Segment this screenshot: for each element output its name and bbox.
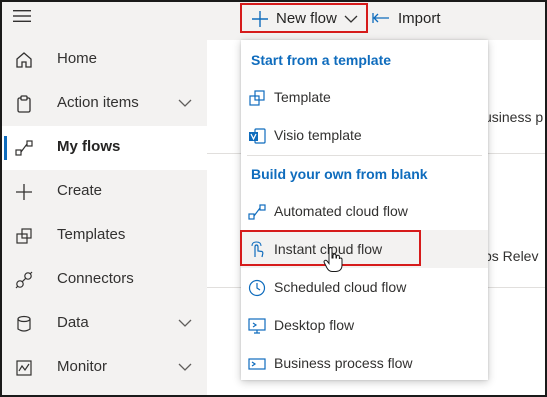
- hamburger-menu-icon[interactable]: [13, 9, 31, 23]
- templates-icon: [16, 228, 32, 244]
- plus-icon: [252, 11, 268, 27]
- desktop-flow-icon: [248, 318, 266, 334]
- sidebar-item-label: Monitor: [57, 358, 108, 375]
- sidebar-item-label: Create: [57, 182, 103, 199]
- import-arrow-icon: [372, 13, 389, 23]
- automated-flow-icon: [248, 204, 266, 220]
- sidebar-item-data[interactable]: Data: [0, 302, 207, 346]
- menu-item-label: Visio template: [274, 127, 362, 143]
- chevron-down-icon: [344, 15, 358, 23]
- sidebar-item-label: Action items: [57, 94, 139, 111]
- sidebar-item-action-items[interactable]: Action items: [0, 82, 207, 126]
- flow-icon: [15, 140, 33, 156]
- background-cell-text: ps Relev: [484, 248, 539, 264]
- menu-item-label: Template: [274, 89, 331, 105]
- new-flow-dropdown-menu: Start from a template Template Visio tem…: [241, 40, 488, 380]
- menu-item-label: Desktop flow: [274, 317, 355, 333]
- scheduled-flow-icon: [248, 279, 266, 297]
- menu-item-business-process-flow[interactable]: Business process flow: [241, 344, 488, 382]
- background-cell-text: usiness p: [484, 109, 544, 125]
- sidebar-item-templates[interactable]: Templates: [0, 214, 207, 258]
- sidebar-item-label: Data: [57, 314, 89, 331]
- menu-item-automated-cloud-flow[interactable]: Automated cloud flow: [241, 192, 488, 230]
- chevron-down-icon[interactable]: [178, 318, 192, 328]
- sidebar: Home Action items My flows Create Templa…: [0, 0, 207, 397]
- sidebar-item-label: Templates: [57, 226, 126, 243]
- menu-item-desktop-flow[interactable]: Desktop flow: [241, 306, 488, 344]
- new-flow-label: New flow: [276, 10, 337, 27]
- connector-icon: [15, 271, 33, 289]
- menu-item-scheduled-cloud-flow[interactable]: Scheduled cloud flow: [241, 268, 488, 306]
- import-label: Import: [398, 9, 441, 27]
- hand-cursor-icon: [323, 247, 343, 272]
- menu-item-label: Scheduled cloud flow: [274, 279, 407, 295]
- sidebar-item-create[interactable]: Create: [0, 170, 207, 214]
- import-button[interactable]: Import: [372, 8, 441, 28]
- database-icon: [17, 315, 31, 332]
- new-flow-button[interactable]: New flow: [240, 3, 368, 33]
- sidebar-item-label: Home: [57, 50, 98, 67]
- section-header-template: Start from a template: [251, 52, 392, 68]
- sidebar-item-connectors[interactable]: Connectors: [0, 258, 207, 302]
- menu-item-label: Automated cloud flow: [274, 203, 408, 219]
- menu-divider: [247, 155, 482, 156]
- monitor-icon: [16, 360, 32, 376]
- clipboard-icon: [17, 95, 31, 113]
- plus-icon: [16, 184, 32, 200]
- section-header-blank: Build your own from blank: [251, 166, 428, 182]
- chevron-down-icon[interactable]: [178, 362, 192, 372]
- chevron-down-icon[interactable]: [178, 98, 192, 108]
- active-indicator: [4, 136, 7, 160]
- sidebar-item-my-flows[interactable]: My flows: [0, 126, 207, 170]
- template-icon: [249, 90, 265, 106]
- sidebar-item-monitor[interactable]: Monitor: [0, 346, 207, 390]
- menu-item-label: Business process flow: [274, 355, 413, 371]
- sidebar-item-label: Connectors: [57, 270, 134, 287]
- visio-icon: [249, 128, 266, 144]
- home-icon: [16, 52, 32, 68]
- sidebar-item-label: My flows: [57, 138, 121, 155]
- sidebar-item-home[interactable]: Home: [0, 38, 207, 82]
- menu-item-template[interactable]: Template: [241, 78, 488, 116]
- business-process-icon: [248, 358, 266, 370]
- menu-item-visio-template[interactable]: Visio template: [241, 116, 488, 154]
